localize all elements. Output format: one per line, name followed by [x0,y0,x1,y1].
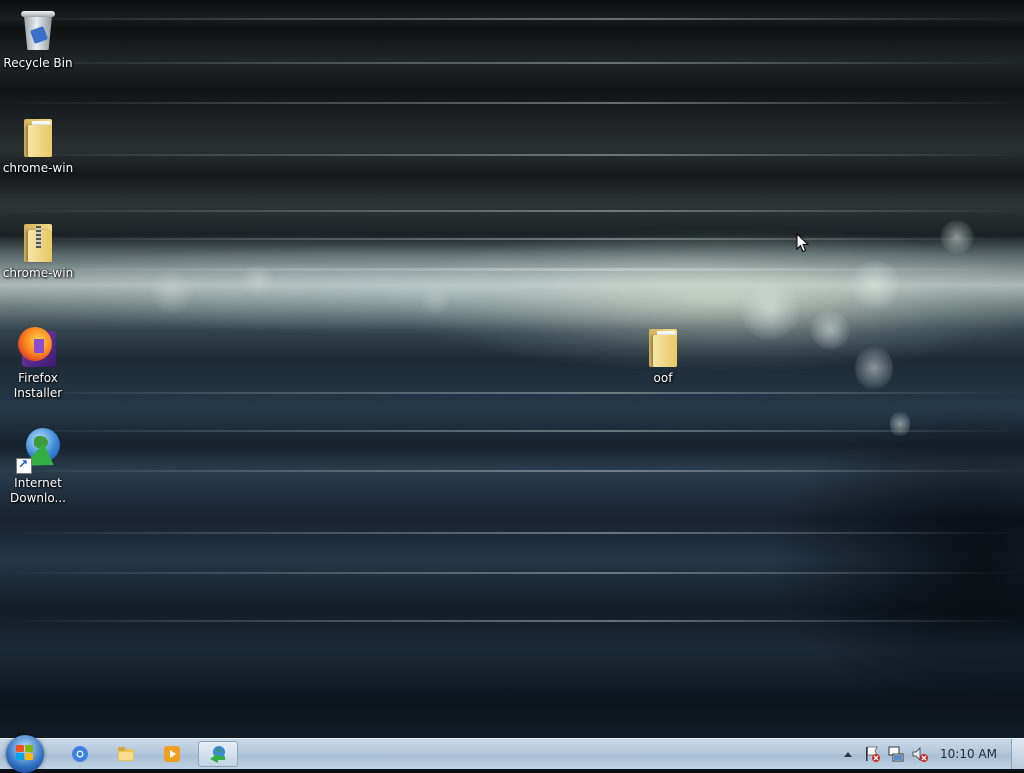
taskbar-clock[interactable]: 10:10 AM [940,747,997,761]
desktop-icon-label: chrome-win [2,266,74,280]
wallpaper-streak [0,620,1024,622]
wallpaper-streak [0,430,1024,432]
wallpaper-bokeh [740,280,800,340]
recycle-bin-icon [14,6,62,54]
wallpaper-streak [0,470,1024,472]
wallpaper-bokeh [850,260,900,310]
folder-icon [639,321,687,369]
wallpaper-streak [0,532,1024,534]
wallpaper-streak [0,62,1024,64]
start-button[interactable] [6,735,44,773]
network-icon[interactable] [887,745,905,763]
desktop-icon-label: oof [653,371,673,385]
wallpaper-streak [0,102,1024,104]
desktop-icon-chrome-win-zip[interactable]: chrome-win [0,216,76,281]
windows-logo-icon [16,745,34,761]
desktop-icon-internet-download-manager[interactable]: Internet Downlo... [0,426,76,506]
action-center-flag-icon[interactable] [863,745,881,763]
desktop-icon-label: Internet Downlo... [10,476,66,505]
internet-download-manager-icon [209,745,227,763]
desktop-icon-firefox-installer[interactable]: Firefox Installer [0,321,76,401]
wallpaper-bokeh [940,220,974,254]
chrome-icon [71,745,89,763]
taskbar-chrome-button[interactable] [60,741,100,767]
wallpaper-streak [0,572,1024,574]
firefox-installer-icon [14,321,62,369]
taskbar: 10:10 AM [0,735,1024,773]
show-hidden-icons-arrow[interactable] [839,745,857,763]
desktop-icon-recycle-bin[interactable]: Recycle Bin [0,6,76,71]
taskbar-internet-download-manager-button[interactable] [198,741,238,767]
wallpaper-bokeh [150,270,194,314]
volume-muted-icon[interactable] [911,745,929,763]
desktop-icon-oof-folder[interactable]: oof [625,321,701,386]
desktop-icon-label: Recycle Bin [3,56,73,70]
desktop-icon-chrome-win-folder[interactable]: chrome-win [0,111,76,176]
system-tray: 10:10 AM [836,739,1024,769]
file-explorer-icon [117,745,135,763]
desktop-icon-label: chrome-win [2,161,74,175]
internet-download-manager-icon [14,426,62,477]
wallpaper-bokeh [855,345,893,391]
desktop-wallpaper [0,0,1024,738]
taskbar-media-player-button[interactable] [152,741,192,767]
shortcut-arrow-icon [16,457,32,474]
wallpaper-streak [0,154,1024,156]
wallpaper-streak [0,210,1024,212]
wallpaper-bokeh [890,410,910,438]
wallpaper-bokeh [420,285,450,315]
wallpaper-bokeh [810,310,850,350]
wallpaper-streak [0,238,1024,240]
show-desktop-button[interactable] [1011,739,1024,769]
media-player-icon [163,745,181,763]
folder-icon [14,111,62,159]
zip-folder-icon [14,216,62,264]
wallpaper-bokeh [240,265,276,295]
desktop-icon-label: Firefox Installer [13,371,63,400]
wallpaper-streak [0,392,1024,394]
taskbar-file-explorer-button[interactable] [106,741,146,767]
wallpaper-streak [0,18,1024,20]
